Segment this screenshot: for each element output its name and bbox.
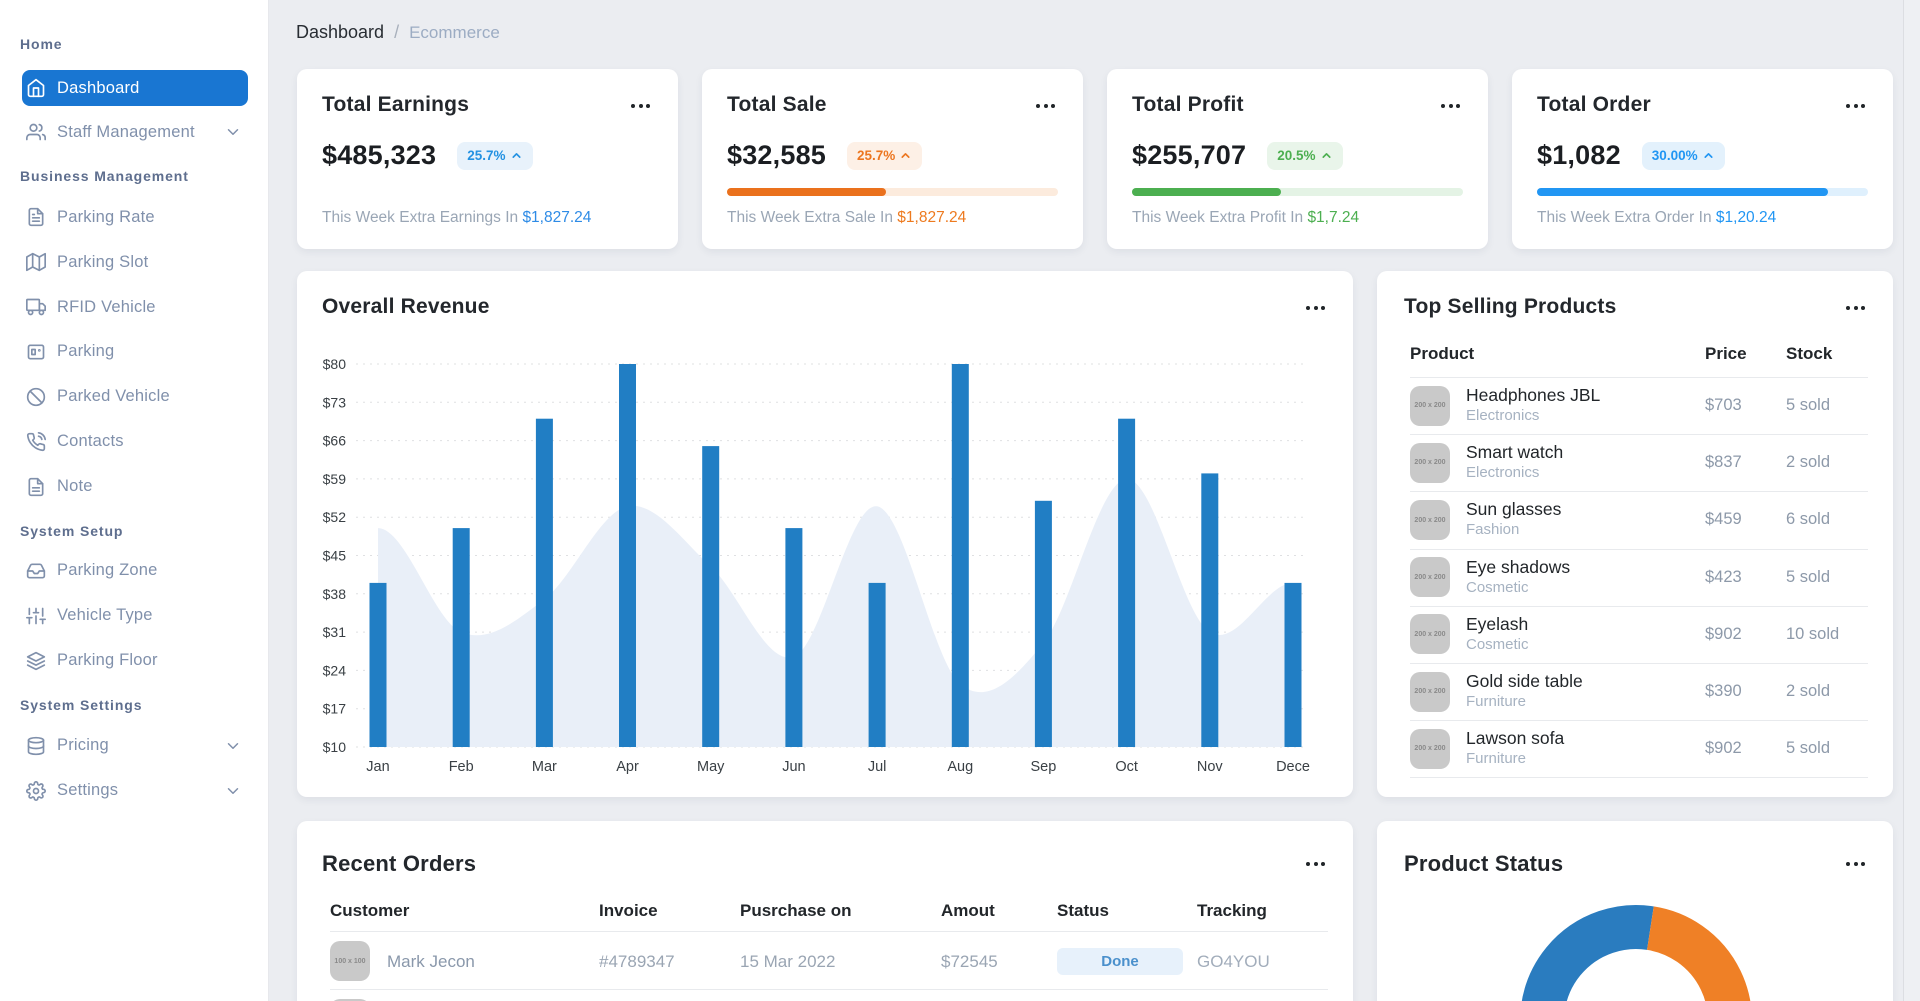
svg-text:$52: $52	[323, 509, 347, 525]
svg-text:$31: $31	[323, 624, 347, 640]
svg-text:Mar: Mar	[532, 759, 557, 775]
svg-text:Dece: Dece	[1276, 759, 1310, 775]
svg-text:Nov: Nov	[1197, 759, 1224, 775]
svg-text:$10: $10	[323, 739, 347, 755]
svg-text:May: May	[697, 759, 725, 775]
svg-text:$73: $73	[323, 394, 347, 410]
svg-text:$24: $24	[323, 662, 347, 678]
svg-text:$38: $38	[323, 586, 347, 602]
svg-text:$59: $59	[323, 471, 347, 487]
svg-text:Jun: Jun	[782, 759, 805, 775]
svg-text:Sep: Sep	[1030, 759, 1056, 775]
svg-text:Feb: Feb	[449, 759, 474, 775]
svg-text:$17: $17	[323, 701, 347, 717]
svg-text:$80: $80	[323, 356, 347, 372]
svg-text:Jul: Jul	[868, 759, 887, 775]
svg-text:Oct: Oct	[1115, 759, 1138, 775]
svg-text:$66: $66	[323, 433, 347, 449]
svg-text:$45: $45	[323, 548, 347, 564]
svg-text:Jan: Jan	[366, 759, 389, 775]
svg-text:Apr: Apr	[616, 759, 639, 775]
svg-text:Aug: Aug	[947, 759, 973, 775]
